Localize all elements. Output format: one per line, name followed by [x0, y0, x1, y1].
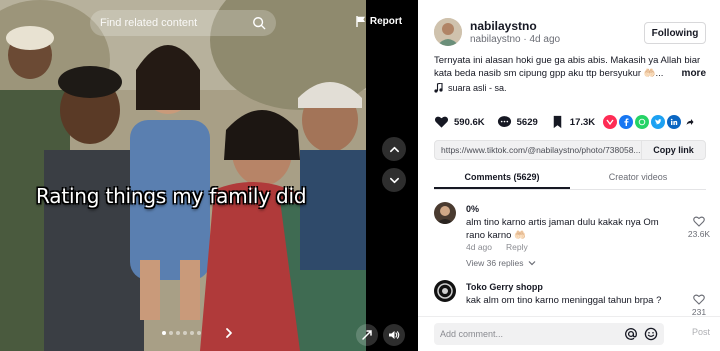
- music-note-icon: [434, 83, 443, 93]
- sound-link[interactable]: suara asli - sa.: [434, 83, 507, 93]
- avatar[interactable]: [434, 18, 462, 46]
- post-comment-button[interactable]: Post: [692, 327, 710, 337]
- photo-caption: Rating things my family did: [36, 184, 307, 208]
- bookmark-icon: [553, 115, 562, 129]
- panel-tabs: Comments (5629) Creator videos: [434, 166, 706, 190]
- slide-dot[interactable]: [169, 331, 173, 335]
- slide-dot[interactable]: [183, 331, 187, 335]
- volume-icon: [389, 331, 400, 339]
- search-input[interactable]: [100, 17, 252, 29]
- save-count: 17.3K: [569, 116, 596, 128]
- author-subtitle: nabilaystno · 4d ago: [470, 34, 561, 45]
- author-name[interactable]: nabilaystno: [470, 19, 560, 33]
- commenter-name[interactable]: 0%: [466, 204, 479, 214]
- next-post-button[interactable]: [382, 168, 406, 192]
- next-slide-icon[interactable]: [223, 327, 235, 339]
- media-viewer: Rating things my family did Report: [0, 0, 418, 351]
- heart-outline-icon: [693, 294, 705, 305]
- volume-button[interactable]: [383, 324, 405, 346]
- whatsapp-icon[interactable]: [635, 115, 650, 129]
- comment-input[interactable]: [440, 329, 618, 339]
- comment-like-button[interactable]: 23.6K: [686, 216, 712, 239]
- comment-time: 4d ago: [466, 242, 492, 252]
- comment-like-button[interactable]: 231: [686, 294, 712, 317]
- description-text: Ternyata ini alasan hoki gue ga abis abi…: [434, 55, 701, 79]
- rotate-icon: [362, 330, 372, 340]
- view-replies-button[interactable]: View 36 replies: [466, 258, 536, 268]
- previous-post-button[interactable]: [382, 137, 406, 161]
- linkedin-icon[interactable]: [667, 115, 682, 129]
- comment-text: kak alm om tino karno meninggal tahun br…: [466, 295, 662, 306]
- like-button[interactable]: 590.6K: [434, 115, 485, 129]
- chevron-down-icon: [528, 261, 535, 266]
- slide-dot[interactable]: [176, 331, 180, 335]
- commenter-avatar[interactable]: [434, 280, 456, 302]
- view-replies-label: View 36 replies: [466, 258, 524, 268]
- reply-button[interactable]: Reply: [506, 242, 528, 252]
- slide-indicator: [162, 331, 201, 335]
- commenter-name[interactable]: Toko Gerry shopp: [466, 282, 543, 292]
- twitter-icon[interactable]: [651, 115, 666, 129]
- add-comment-box: [434, 323, 664, 345]
- mention-icon[interactable]: [624, 327, 638, 341]
- fullscreen-button[interactable]: [356, 324, 378, 346]
- heart-icon: [434, 116, 449, 128]
- heart-outline-icon: [693, 216, 705, 227]
- slide-dot[interactable]: [162, 331, 166, 335]
- comment-icon: [497, 116, 511, 127]
- comment-button[interactable]: 5629: [497, 115, 538, 129]
- author-info[interactable]: nabilaystno nabilaystno · 4d ago: [434, 18, 560, 46]
- comment-text: alm tino karno artis jaman dulu kakak ny…: [466, 217, 659, 241]
- emoji-icon[interactable]: [644, 327, 658, 341]
- post-description: Ternyata ini alasan hoki gue ga abis abi…: [434, 54, 706, 80]
- copy-link-box: https://www.tiktok.com/@nabilaystno/phot…: [434, 140, 706, 160]
- slide-dot[interactable]: [190, 331, 194, 335]
- post-photo: Rating things my family did: [0, 0, 366, 351]
- embed-icon[interactable]: [603, 115, 618, 129]
- family-photo-illustration: [0, 0, 366, 351]
- report-label: Report: [369, 15, 403, 27]
- add-comment-bar: Post: [418, 316, 720, 351]
- chevron-up-icon: [389, 146, 399, 152]
- facebook-icon[interactable]: [619, 115, 634, 129]
- tab-creator-videos[interactable]: Creator videos: [570, 166, 706, 189]
- comment-item: 0% alm tino karno artis jaman dulu kakak…: [434, 202, 710, 274]
- search-icon[interactable]: [252, 16, 266, 30]
- flag-icon: [356, 15, 365, 27]
- chevron-down-icon: [389, 177, 399, 183]
- author-handle: nabilaystno: [470, 34, 521, 45]
- avatar-image: [434, 18, 462, 46]
- comment-count: 5629: [516, 116, 538, 128]
- sound-name: suara asli - sa.: [448, 83, 507, 93]
- like-count: 590.6K: [454, 116, 485, 128]
- share-targets: [603, 115, 697, 129]
- commenter-avatar[interactable]: [434, 202, 456, 224]
- search-bar[interactable]: [90, 10, 276, 36]
- comment-like-count: 23.6K: [687, 229, 711, 239]
- tab-comments[interactable]: Comments (5629): [434, 166, 570, 189]
- post-url: https://www.tiktok.com/@nabilaystno/phot…: [441, 145, 641, 155]
- following-button[interactable]: Following: [644, 22, 706, 44]
- post-details-panel: nabilaystno nabilaystno · 4d ago Followi…: [418, 0, 720, 351]
- share-arrow-icon[interactable]: [683, 115, 697, 129]
- comment-item: Toko Gerry shopp kak alm om tino karno m…: [434, 280, 710, 320]
- copy-link-button[interactable]: Copy link: [641, 141, 705, 159]
- bookmark-button[interactable]: 17.3K: [550, 115, 595, 129]
- comment-meta: 4d ago Reply: [466, 242, 528, 252]
- post-time: 4d ago: [529, 34, 561, 45]
- report-button[interactable]: Report: [352, 10, 406, 32]
- more-link[interactable]: more: [682, 67, 706, 80]
- engagement-bar: 590.6K 5629 17.3K: [434, 114, 697, 130]
- slide-dot[interactable]: [197, 331, 201, 335]
